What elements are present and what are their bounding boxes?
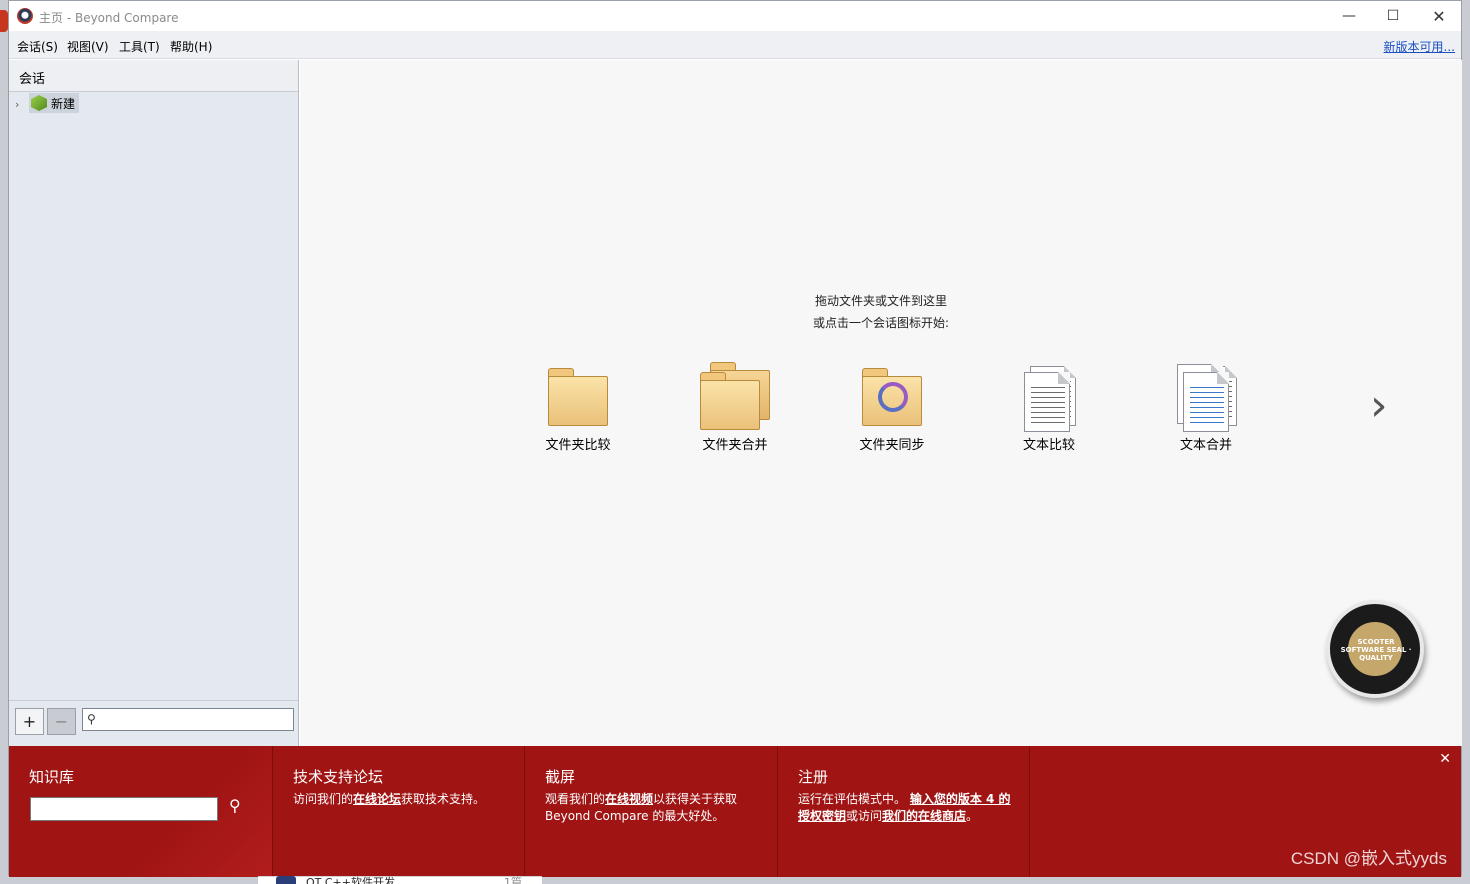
session-folder-merge[interactable]: 文件夹合并	[680, 360, 790, 453]
session-search-input[interactable]	[103, 711, 289, 728]
close-window-button[interactable]: ✕	[1417, 5, 1461, 27]
support-forum-section: 技术支持论坛 访问我们的在线论坛获取技术支持。	[273, 746, 525, 877]
drop-hint-line2: 或点击一个会话图标开始:	[812, 316, 950, 330]
folder-sync-icon	[862, 368, 922, 426]
drop-hint-line1: 拖动文件夹或文件到这里	[814, 294, 947, 308]
beyond-compare-logo-icon	[17, 8, 33, 24]
register-text: 运行在评估模式中。 输入您的版本 4 的授权密钥或访问我们的在线商店。	[798, 792, 1011, 823]
seal-text: SCOOTER SOFTWARE SEAL · QUALITY	[1340, 638, 1412, 662]
session-folder-sync[interactable]: 文件夹同步	[837, 360, 947, 453]
register-title: 注册	[798, 768, 829, 786]
csdn-watermark: CSDN @嵌入式yyds	[1290, 849, 1447, 868]
beyond-compare-window: 主页 - Beyond Compare — ☐ ✕ 会话(S) 视图(V) 工具…	[8, 0, 1462, 877]
folder-icon	[700, 372, 760, 430]
screenshots-text: 观看我们的在线视频以获得关于获取 Beyond Compare 的最大好处。	[545, 792, 738, 823]
session-text-merge[interactable]: 文本合并	[1151, 360, 1261, 453]
knowledge-base-section: 知识库 ⚲	[9, 746, 273, 877]
menu-session[interactable]: 会话(S)	[17, 38, 58, 55]
chevron-right-icon[interactable]: ›	[15, 98, 19, 111]
sync-icon	[878, 382, 908, 412]
session-label: 文本合并	[1179, 438, 1232, 453]
background-window-count: 1篇	[504, 876, 522, 884]
title-bar: 主页 - Beyond Compare — ☐ ✕	[9, 1, 1461, 31]
background-window-text: QT C++软件开发	[306, 876, 395, 884]
sessions-sidebar: 会话 › 新建 + − ⚲	[9, 60, 299, 746]
scooter-software-seal-logo: SCOOTER SOFTWARE SEAL · QUALITY	[1326, 600, 1424, 698]
sidebar-title: 会话	[19, 72, 46, 87]
session-label: 文本比较	[1022, 438, 1075, 453]
home-main-area: 拖动文件夹或文件到这里 或点击一个会话图标开始: 文件夹比较 文件夹合并 文件夹…	[300, 60, 1462, 746]
menu-bar: 会话(S) 视图(V) 工具(T) 帮助(H) 新版本可用...	[9, 31, 1461, 59]
online-forum-link[interactable]: 在线论坛	[353, 792, 401, 806]
menu-tools[interactable]: 工具(T)	[119, 38, 160, 55]
tree-item-label: 新建	[51, 96, 76, 111]
online-video-link[interactable]: 在线视频	[605, 792, 653, 806]
info-panel: 知识库 ⚲ 技术支持论坛 访问我们的在线论坛获取技术支持。 截屏 观看我们的在线…	[9, 746, 1461, 877]
knowledge-base-search-input[interactable]	[30, 797, 218, 821]
search-icon[interactable]: ⚲	[229, 796, 241, 815]
window-title: 主页 - Beyond Compare	[39, 11, 179, 25]
knowledge-base-title: 知识库	[29, 768, 75, 786]
support-forum-title: 技术支持论坛	[293, 768, 384, 786]
add-session-button[interactable]: +	[15, 708, 44, 735]
text-merge-icon	[1183, 372, 1229, 432]
session-text-compare[interactable]: 文本比较	[994, 360, 1104, 453]
session-folder-compare[interactable]: 文件夹比较	[523, 360, 633, 453]
close-panel-button[interactable]: ✕	[1439, 751, 1451, 767]
background-app-icon	[276, 876, 296, 884]
session-label: 文件夹同步	[859, 438, 925, 453]
screenshots-section: 截屏 观看我们的在线视频以获得关于获取 Beyond Compare 的最大好处…	[525, 746, 778, 877]
session-label: 文件夹比较	[545, 438, 611, 453]
online-store-link[interactable]: 我们的在线商店	[882, 809, 966, 823]
text-doc-icon	[1024, 372, 1070, 432]
register-section: 注册 运行在评估模式中。 输入您的版本 4 的授权密钥或访问我们的在线商店。	[778, 746, 1030, 877]
maximize-button[interactable]: ☐	[1371, 5, 1415, 27]
session-search-box: ⚲	[82, 708, 294, 731]
next-sessions-arrow[interactable]: ›	[1370, 380, 1388, 431]
screenshots-title: 截屏	[545, 768, 576, 786]
session-label: 文件夹合并	[702, 438, 768, 453]
folder-icon	[548, 368, 608, 426]
menu-view[interactable]: 视图(V)	[67, 38, 109, 55]
sidebar-footer: + − ⚲	[9, 700, 298, 746]
sidebar-header: 会话	[9, 60, 298, 92]
background-app-edge	[0, 10, 8, 32]
new-version-link[interactable]: 新版本可用...	[1384, 38, 1455, 55]
minimize-button[interactable]: —	[1327, 5, 1371, 27]
support-forum-text: 访问我们的在线论坛获取技术支持。	[293, 792, 486, 806]
background-window-row	[258, 876, 542, 884]
cube-icon	[31, 95, 47, 111]
tree-item-new[interactable]: 新建	[29, 93, 80, 113]
search-icon: ⚲	[87, 712, 96, 726]
remove-session-button[interactable]: −	[47, 708, 76, 735]
menu-help[interactable]: 帮助(H)	[170, 38, 212, 55]
